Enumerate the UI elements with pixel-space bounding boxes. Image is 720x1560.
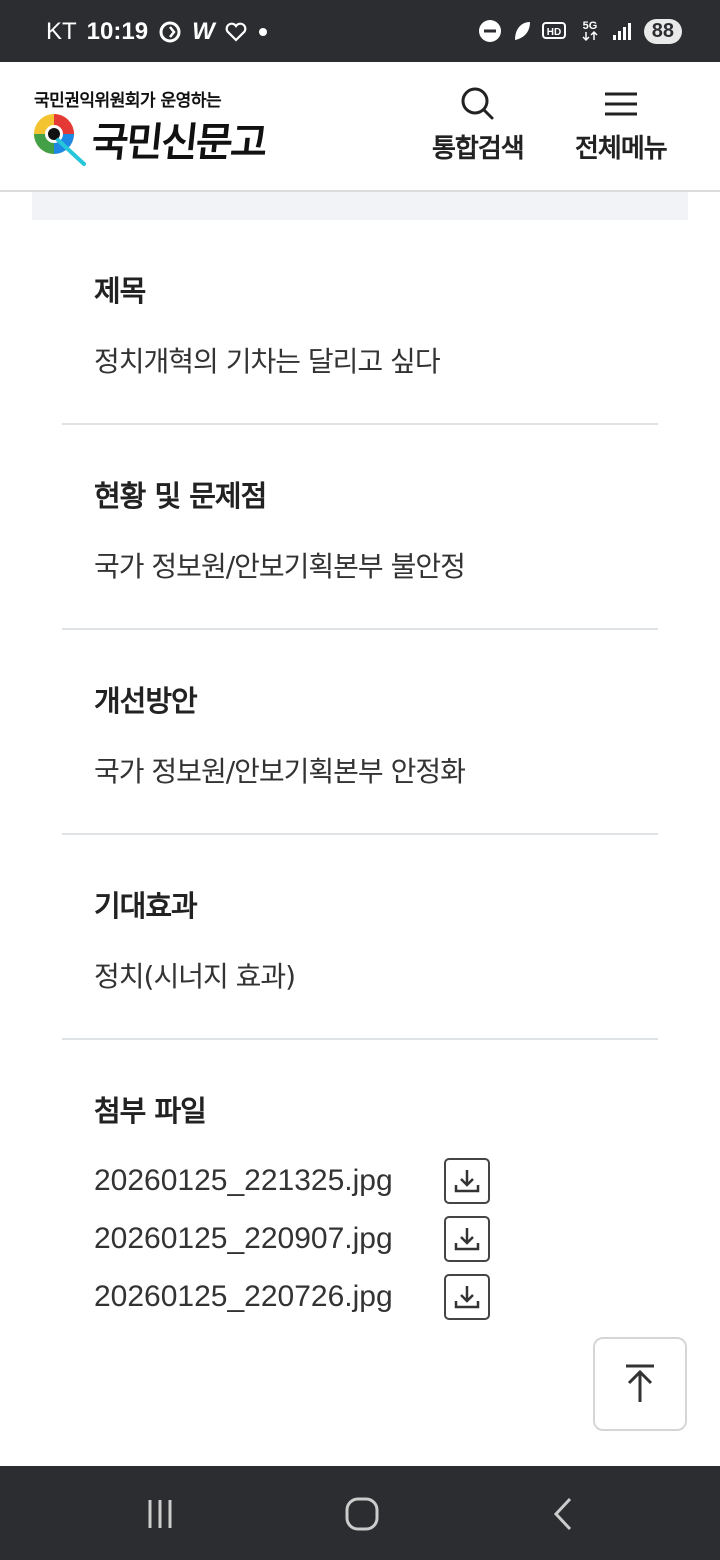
section-heading: 개선방안 [94, 684, 198, 718]
attachment-filename[interactable]: 20260125_220726.jpg [94, 1280, 444, 1314]
signal-icon [612, 21, 634, 41]
section-attachments: 첨부 파일 20260125_221325.jpg 20260125_22090… [62, 1040, 658, 1360]
search-icon [461, 87, 494, 120]
download-button[interactable] [444, 1216, 490, 1262]
dnd-icon [478, 19, 502, 43]
attachment-item: 20260125_221325.jpg [94, 1152, 490, 1210]
section-value: 국가 정보원/안보기획본부 안정화 [94, 755, 466, 788]
search-label: 통합검색 [432, 134, 525, 164]
search-button[interactable]: 통합검색 [432, 84, 525, 165]
system-nav-bar [0, 1466, 720, 1560]
hd-icon: HD [541, 21, 568, 41]
5g-icon: 5G [578, 18, 602, 44]
recent-apps-icon [148, 1500, 172, 1528]
arrow-up-icon [626, 1364, 654, 1402]
menu-button[interactable]: 전체메뉴 [575, 84, 668, 165]
battery-icon: 88 [643, 18, 682, 44]
attachment-list: 20260125_221325.jpg 20260125_220907.jpg … [94, 1152, 490, 1326]
back-button[interactable] [544, 1494, 584, 1534]
section-status-problem: 현황 및 문제점 국가 정보원/안보기획본부 불안정 [62, 425, 658, 630]
attachment-filename[interactable]: 20260125_221325.jpg [94, 1164, 444, 1198]
section-title: 제목 정치개혁의 기차는 달리고 싶다 [62, 220, 658, 425]
clock: 10:19 [86, 18, 149, 45]
download-button[interactable] [444, 1158, 490, 1204]
attachment-filename[interactable]: 20260125_220907.jpg [94, 1222, 444, 1256]
heart-icon [225, 22, 247, 42]
download-icon [454, 1228, 480, 1251]
w-app-icon: W [192, 18, 215, 45]
section-value: 정치개혁의 기차는 달리고 싶다 [94, 345, 441, 378]
section-heading: 첨부 파일 [94, 1094, 207, 1128]
scroll-to-top-button[interactable] [593, 1337, 687, 1431]
home-button[interactable] [342, 1494, 382, 1534]
download-button[interactable] [444, 1274, 490, 1320]
sync-icon [158, 20, 182, 44]
logo-emblem-icon [34, 114, 86, 166]
carrier-label: KT [46, 18, 77, 45]
section-heading: 제목 [94, 274, 146, 308]
site-logo[interactable]: 국민신문고 [32, 110, 269, 168]
download-icon [454, 1170, 480, 1193]
attachment-item: 20260125_220907.jpg [94, 1210, 490, 1268]
attachment-item: 20260125_220726.jpg [94, 1268, 490, 1326]
petition-detail: 제목 정치개혁의 기차는 달리고 싶다 현황 및 문제점 국가 정보원/안보기획… [62, 220, 658, 1360]
section-heading: 기대효과 [94, 889, 198, 923]
logo-subtitle: 국민권익위원회가 운영하는 [34, 91, 222, 111]
back-icon [553, 1497, 572, 1531]
section-expected-effect: 기대효과 정치(시너지 효과) [62, 835, 658, 1040]
svg-text:5G: 5G [582, 20, 597, 32]
hamburger-icon [604, 92, 637, 116]
menu-label: 전체메뉴 [575, 134, 668, 164]
recent-apps-button[interactable] [140, 1494, 180, 1534]
section-value: 국가 정보원/안보기획본부 불안정 [94, 550, 466, 583]
download-icon [454, 1286, 480, 1309]
leaf-icon [512, 20, 532, 42]
battery-level: 88 [651, 19, 674, 42]
home-icon [345, 1497, 379, 1531]
site-header: 국민권익위원회가 운영하는 국민신문고 통합검색 전체메뉴 [0, 62, 720, 192]
status-bar: KT 10:19 W HD 5G 88 [0, 0, 720, 62]
logo-title: 국민신문고 [89, 119, 269, 166]
section-value: 정치(시너지 효과) [94, 960, 296, 993]
section-improvement: 개선방안 국가 정보원/안보기획본부 안정화 [62, 630, 658, 835]
dot-icon [257, 26, 269, 38]
content-top-band [32, 192, 688, 220]
section-heading: 현황 및 문제점 [94, 479, 267, 513]
svg-text:HD: HD [547, 27, 561, 38]
